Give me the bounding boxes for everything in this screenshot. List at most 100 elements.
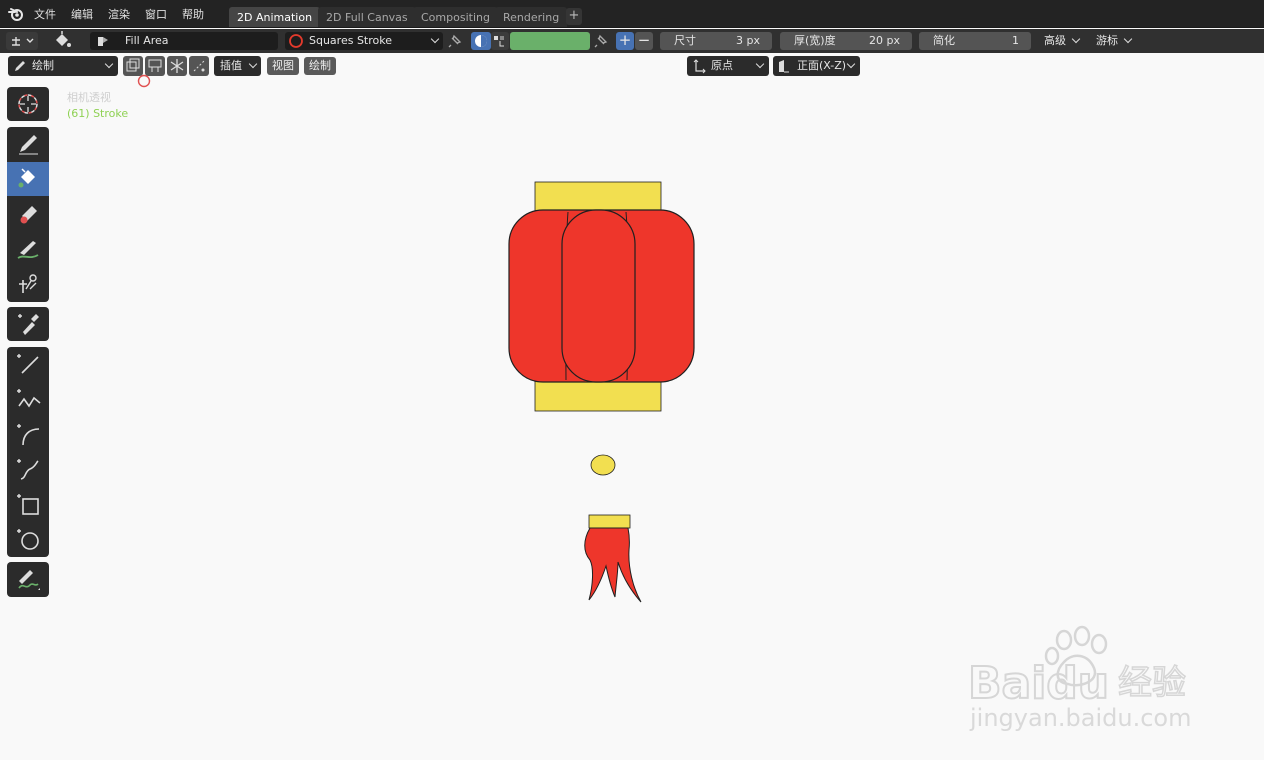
box-icon	[17, 494, 39, 515]
tool-cursor[interactable]	[7, 87, 49, 121]
tab-2d-full-canvas[interactable]: 2D Full Canvas	[318, 7, 416, 27]
chevron-down-icon	[248, 59, 258, 69]
tool-polyline[interactable]	[7, 382, 49, 416]
origin-dropdown[interactable]: 原点	[687, 56, 769, 76]
tool-cutter[interactable]	[7, 267, 49, 301]
fill-brush-icon[interactable]	[52, 31, 72, 51]
size-label: 尺寸	[674, 34, 696, 47]
size-value: 3 px	[736, 34, 760, 47]
cursor-icon	[18, 94, 38, 114]
tool-eyedropper[interactable]	[7, 307, 49, 341]
tool-tint[interactable]	[7, 232, 49, 266]
vertex-color-icon	[494, 36, 504, 47]
baidu-watermark: Baidu 经验 jingyan.baidu.com	[968, 625, 1191, 732]
watermark-brand: Baidu	[968, 658, 1109, 709]
tool-line[interactable]	[7, 347, 49, 381]
subtract-icon[interactable]: −	[635, 32, 653, 50]
toolbar-group-annotate	[7, 562, 49, 597]
toolbar-group-cursor	[7, 87, 49, 121]
eraser-icon	[20, 206, 37, 224]
pencil-icon	[19, 135, 38, 155]
lantern-top-cap	[534, 181, 662, 213]
tint-brush-icon	[17, 241, 39, 259]
add-workspace-button[interactable]: +	[566, 8, 582, 25]
cursor-dropdown[interactable]: 游标	[1091, 32, 1136, 50]
snap-toggle[interactable]	[189, 56, 209, 76]
thickness-label: 厚(宽)度	[794, 34, 836, 47]
material-selector[interactable]: Squares Stroke	[285, 32, 443, 50]
interpolate-label: 插值	[220, 59, 242, 72]
simplify-field[interactable]: 简化 1	[919, 32, 1031, 50]
lantern-body	[508, 209, 695, 383]
material-preview-icon	[289, 34, 303, 48]
material-sphere-icon	[475, 35, 487, 47]
chevron-down-icon	[846, 59, 856, 69]
chevron-down-icon	[104, 59, 114, 69]
brush-selector[interactable]: Fill Area	[90, 32, 278, 50]
chevron-down-icon	[1123, 34, 1133, 44]
tab-rendering[interactable]: Rendering	[495, 7, 568, 27]
color-mode-material-button[interactable]	[471, 32, 491, 50]
grid-dots-icon	[193, 60, 205, 72]
color-mode-vertex-button[interactable]	[491, 32, 509, 50]
vertex-color-swatch[interactable]	[510, 32, 590, 50]
chevron-down-icon	[430, 34, 440, 44]
orientation-dropdown[interactable]: 正面(X-Z)	[773, 56, 860, 76]
orientation-label: 正面(X-Z)	[797, 59, 847, 72]
chevron-down-icon	[755, 59, 765, 69]
tool-mode-dropdown[interactable]	[6, 32, 38, 50]
lantern-knot	[590, 454, 616, 476]
arc-icon	[17, 424, 40, 446]
pencil-mode-icon	[15, 61, 25, 71]
guides-toggle[interactable]	[167, 56, 187, 76]
tool-annotate[interactable]	[7, 562, 49, 596]
tool-fill[interactable]	[7, 162, 49, 196]
simplify-label: 简化	[933, 34, 955, 47]
tool-curve[interactable]	[7, 452, 49, 486]
menu-window[interactable]: 窗口	[145, 6, 167, 22]
tab-compositing[interactable]: Compositing	[413, 7, 498, 27]
add-icon[interactable]: +	[616, 32, 634, 50]
thickness-value: 20 px	[869, 34, 900, 47]
lantern-tassel	[584, 514, 642, 603]
tab-2d-animation[interactable]: 2D Animation	[229, 7, 321, 27]
toolbar-group-shapes	[7, 347, 49, 557]
material-name: Squares Stroke	[309, 34, 393, 47]
menu-render[interactable]: 渲染	[108, 6, 130, 22]
circle-icon	[17, 529, 39, 550]
tool-circle[interactable]	[7, 522, 49, 556]
curve-icon	[17, 459, 39, 480]
tool-draw[interactable]	[7, 127, 49, 161]
draw-menu[interactable]: 绘制	[304, 57, 336, 75]
mode-label: 绘制	[32, 59, 54, 72]
interpolate-dropdown[interactable]: 插值	[214, 56, 261, 76]
tool-box[interactable]	[7, 487, 49, 521]
tool-erase[interactable]	[7, 197, 49, 231]
mode-dropdown[interactable]: 绘制	[8, 56, 118, 76]
menu-file[interactable]: 文件	[34, 6, 56, 22]
origin-label: 原点	[711, 59, 733, 72]
toolbar-group-draw	[7, 127, 49, 302]
object-info-label: (61) Stroke	[67, 107, 129, 120]
tool-settings-icon	[12, 37, 34, 46]
simplify-value: 1	[1012, 34, 1019, 47]
brush-name: Fill Area	[125, 34, 169, 47]
size-field[interactable]: 尺寸 3 px	[660, 32, 772, 50]
brush-preview-icon	[98, 37, 108, 46]
snowflake-icon	[170, 59, 184, 73]
tool-settings-header: Fill Area Squares Stroke + − 尺寸 3 px 厚(宽…	[0, 29, 1264, 53]
pin-icon[interactable]	[445, 31, 465, 51]
menu-help[interactable]: 帮助	[182, 6, 204, 22]
watermark-url: jingyan.baidu.com	[969, 704, 1191, 732]
eyedropper-icon	[18, 314, 39, 335]
thickness-field[interactable]: 厚(宽)度 20 px	[780, 32, 912, 50]
menu-edit[interactable]: 编辑	[71, 6, 93, 22]
pin-icon[interactable]	[591, 31, 611, 51]
tool-arc[interactable]	[7, 417, 49, 451]
view-menu[interactable]: 视图	[267, 57, 299, 75]
view-name-label: 相机透视	[67, 91, 111, 104]
blender-logo-icon[interactable]	[8, 6, 24, 22]
annotate-icon	[18, 570, 40, 590]
cutter-icon	[19, 274, 37, 293]
advanced-dropdown[interactable]: 高级	[1039, 32, 1084, 50]
